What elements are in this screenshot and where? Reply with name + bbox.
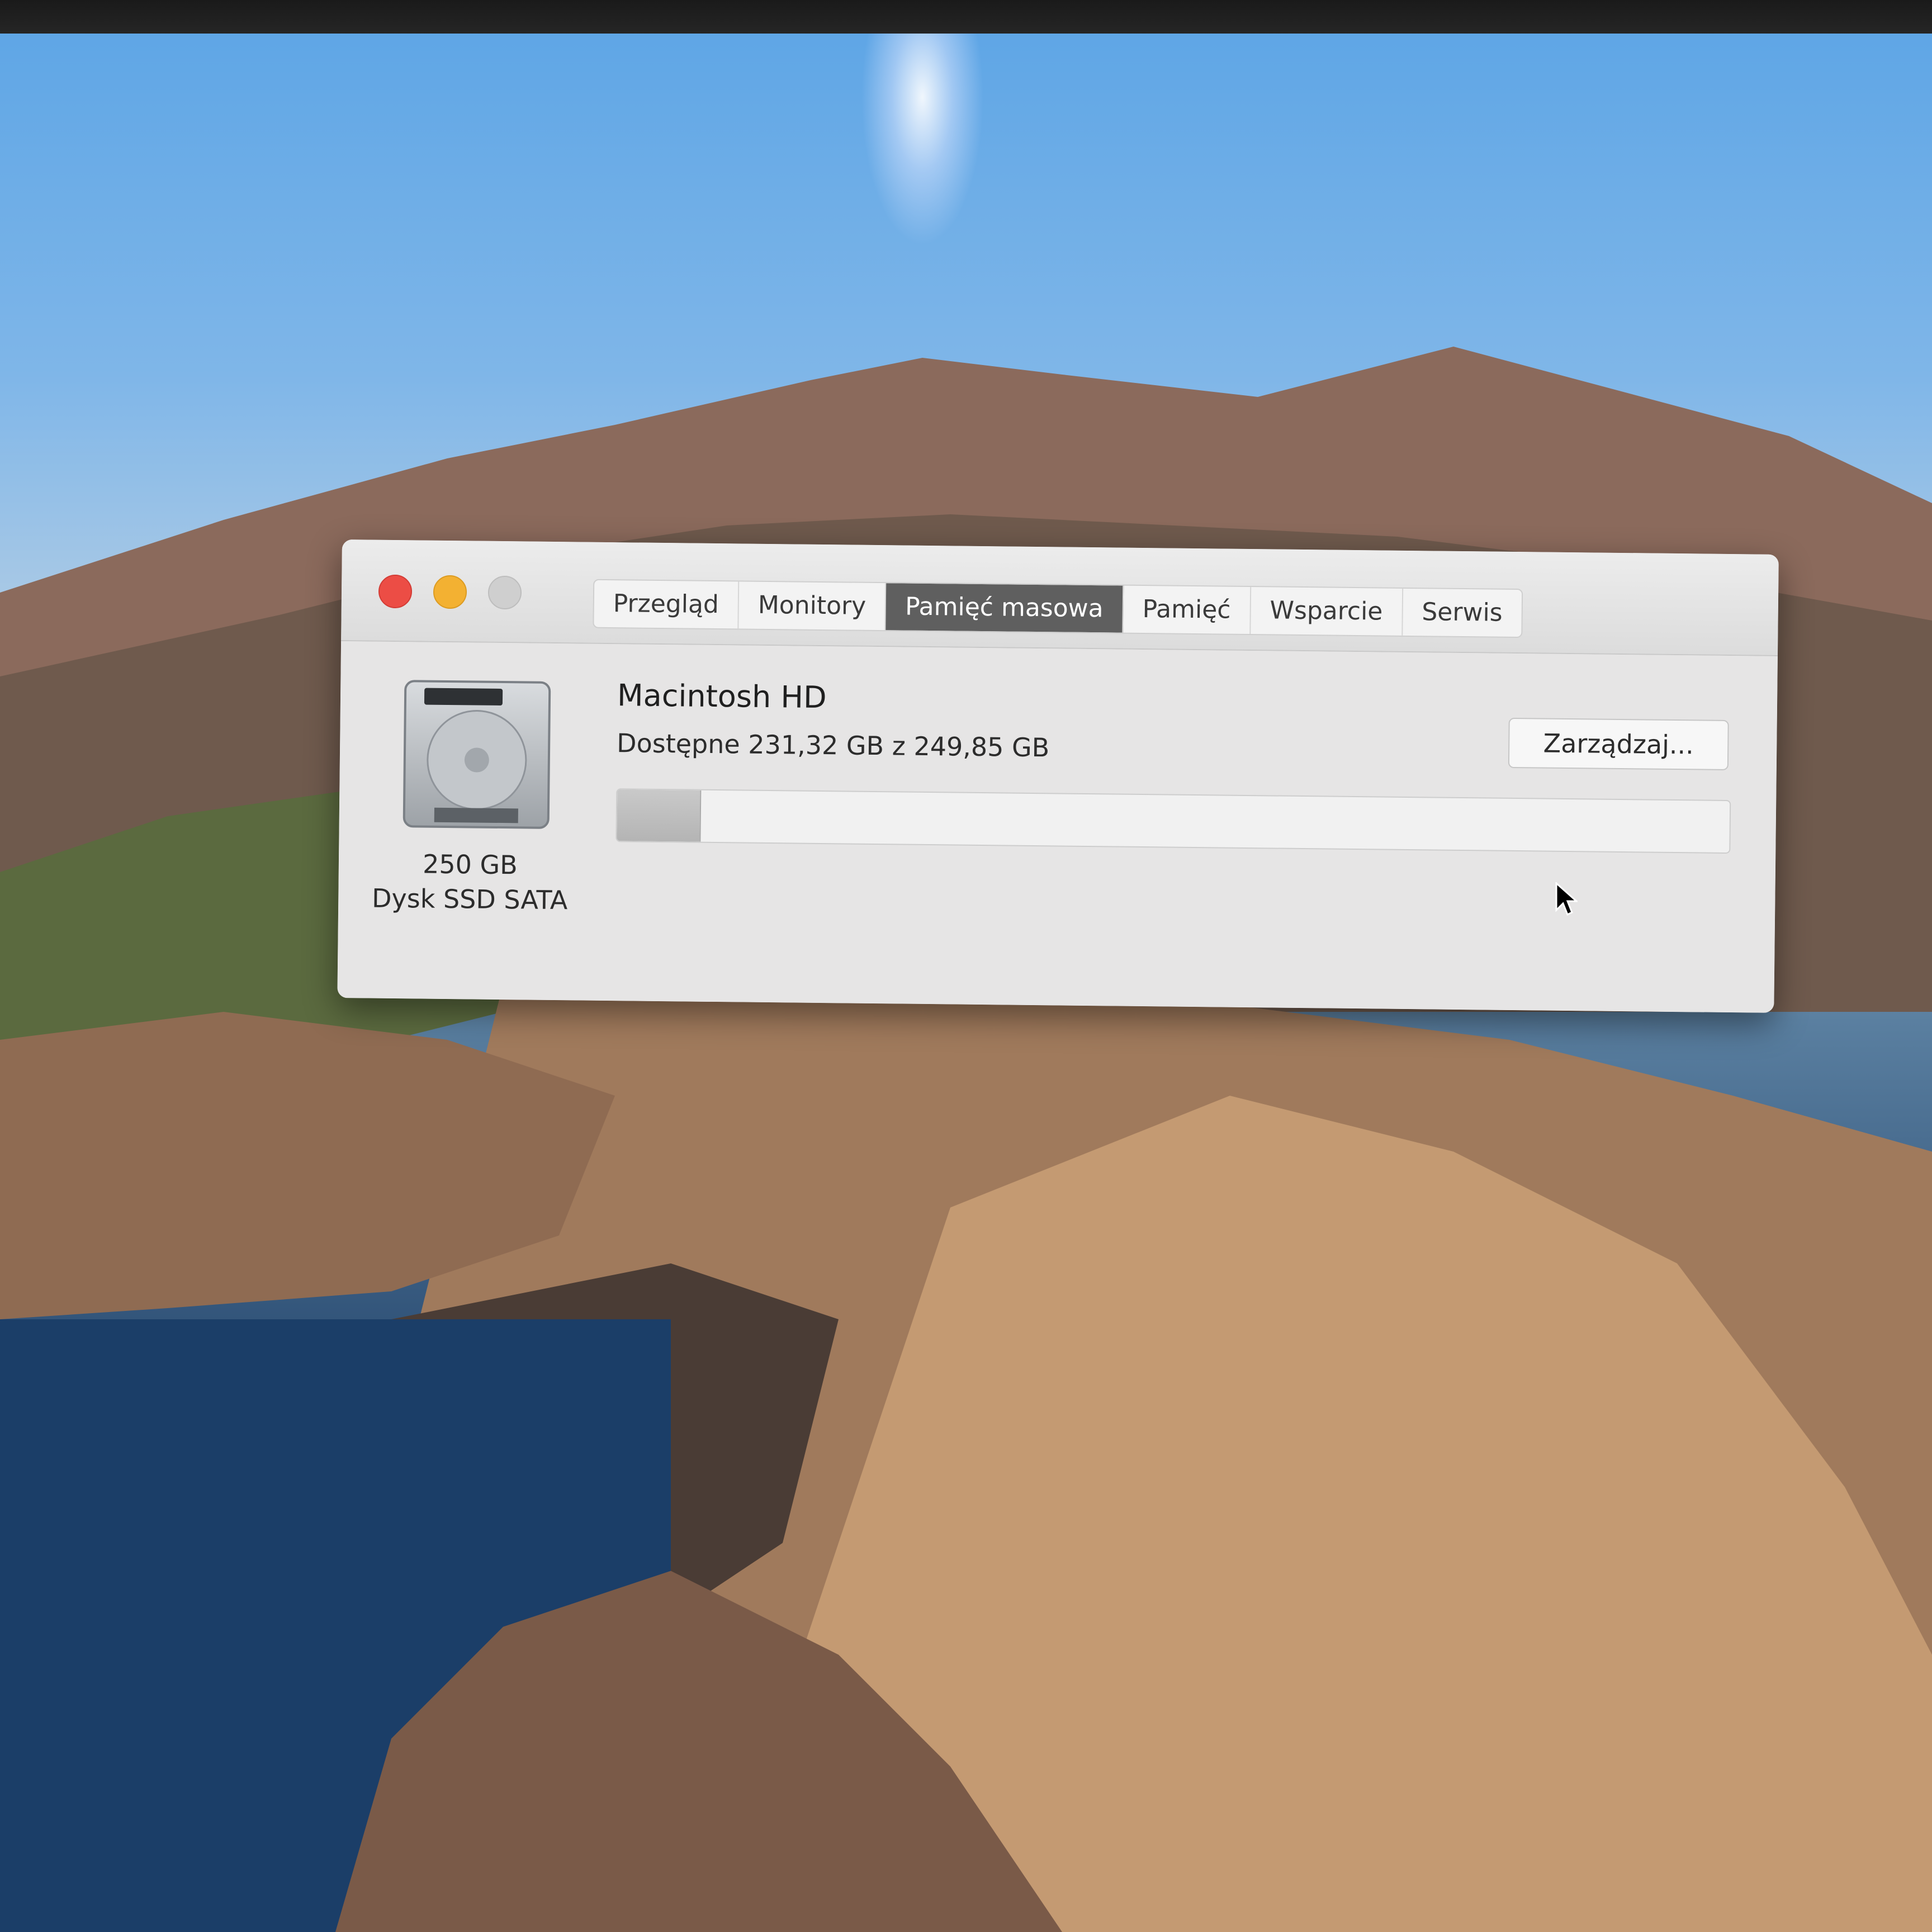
disk-type-label: Dysk SSD SATA xyxy=(371,883,568,916)
tab-support[interactable]: Wsparcie xyxy=(1251,587,1403,636)
close-window-button[interactable] xyxy=(378,574,413,609)
zoom-window-button xyxy=(487,575,522,610)
tab-overview[interactable]: Przegląd xyxy=(594,580,740,629)
tab-displays[interactable]: Monitory xyxy=(738,581,887,631)
tab-service[interactable]: Serwis xyxy=(1403,589,1522,637)
volume-name: Macintosh HD xyxy=(617,678,827,716)
hard-drive-icon xyxy=(402,680,551,829)
disk-capacity-label: 250 GB xyxy=(422,849,518,880)
tab-memory[interactable]: Pamięć xyxy=(1123,585,1251,634)
storage-used-segment xyxy=(617,789,701,842)
monitor-screen: Przegląd Monitory Pamięć masowa Pamięć W… xyxy=(0,0,1932,1932)
tab-bar: Przegląd Monitory Pamięć masowa Pamięć W… xyxy=(593,579,1523,638)
storage-panel: 250 GB Dysk SSD SATA Macintosh HD Dostęp… xyxy=(337,641,1778,1013)
about-this-mac-window[interactable]: Przegląd Monitory Pamięć masowa Pamięć W… xyxy=(337,539,1779,1013)
volume-availability-text: Dostępne 231,32 GB z 249,85 GB xyxy=(616,728,1050,763)
minimize-window-button[interactable] xyxy=(433,575,467,609)
window-titlebar[interactable]: Przegląd Monitory Pamięć masowa Pamięć W… xyxy=(341,539,1779,656)
tab-storage[interactable]: Pamięć masowa xyxy=(886,583,1124,633)
manage-storage-button[interactable]: Zarządzaj... xyxy=(1508,717,1729,770)
screen-glare xyxy=(861,34,984,246)
mouse-pointer-icon xyxy=(1555,882,1578,916)
storage-usage-bar xyxy=(615,788,1731,854)
